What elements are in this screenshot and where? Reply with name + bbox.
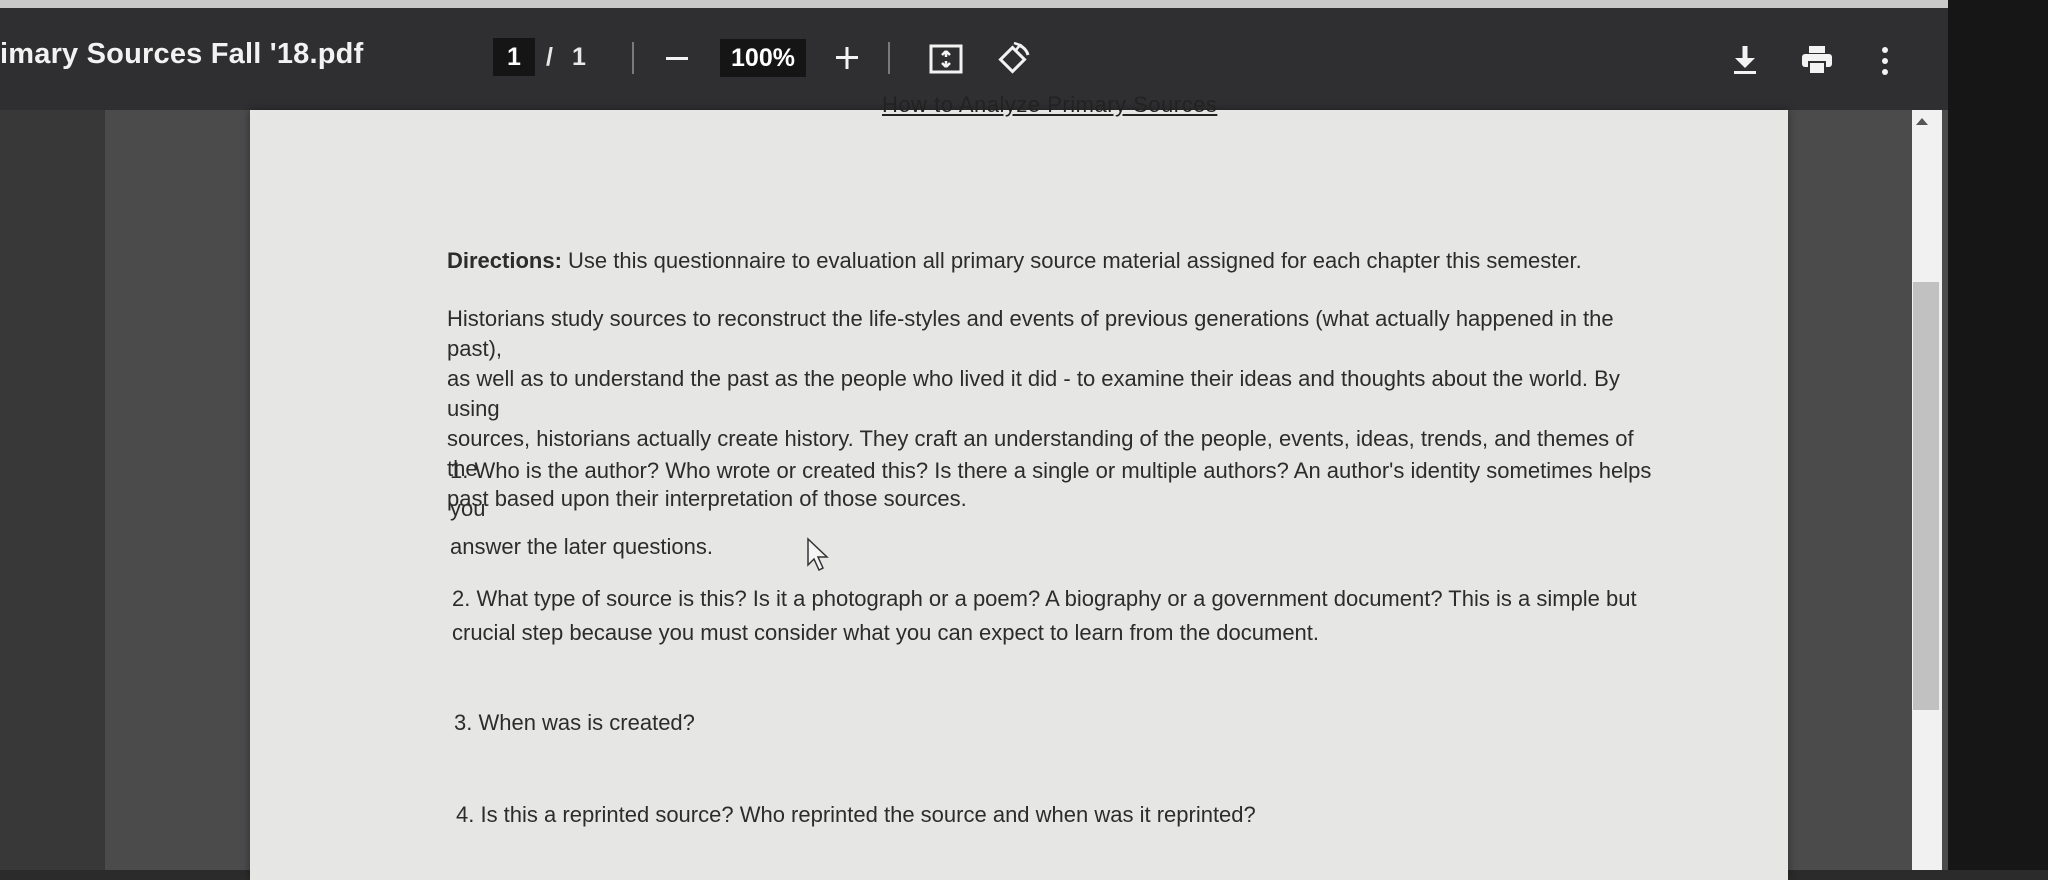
zoom-level-input[interactable]: 100%: [720, 39, 806, 77]
question-3: 3. When was is created?: [454, 710, 695, 735]
rotate-icon[interactable]: [994, 41, 1032, 84]
document-viewer[interactable]: How to Analyze Primary Sources Direction…: [0, 92, 1948, 880]
print-icon[interactable]: [1800, 44, 1834, 81]
total-pages: 1: [572, 43, 586, 71]
window-top-edge: [0, 0, 1948, 8]
pdf-page: How to Analyze Primary Sources Direction…: [250, 92, 1788, 880]
document-heading: How to Analyze Primary Sources: [882, 92, 1218, 117]
directions-label: Directions:: [447, 248, 562, 273]
scroll-up-arrow-icon[interactable]: [1916, 118, 1928, 125]
zoom-out-icon[interactable]: [662, 43, 692, 78]
intro-line: Historians study sources to reconstruct …: [447, 306, 1614, 361]
directions-paragraph: Directions: Use this questionnaire to ev…: [447, 246, 1647, 276]
more-options-icon[interactable]: [1878, 46, 1892, 81]
mouse-pointer-icon: [806, 537, 832, 578]
question-2: 2. What type of source is this? Is it a …: [452, 582, 1672, 650]
question-line: crucial step because you must consider w…: [452, 620, 1320, 645]
directions-text: Use this questionnaire to evaluation all…: [561, 248, 1582, 273]
question-4: 4. Is this a reprinted source? Who repri…: [456, 802, 1256, 827]
toolbar-divider: [888, 42, 890, 74]
current-page-input[interactable]: 1: [493, 38, 535, 76]
fit-page-icon[interactable]: [928, 41, 964, 82]
question-line: answer the later questions.: [450, 534, 713, 559]
question-1: 1. Who is the author? Who wrote or creat…: [450, 452, 1670, 566]
intro-line: as well as to understand the past as the…: [447, 366, 1620, 421]
download-icon[interactable]: [1730, 44, 1760, 81]
page-separator: /: [546, 43, 553, 71]
question-line: 2. What type of source is this? Is it a …: [452, 586, 1637, 611]
scrollbar-thumb[interactable]: [1913, 282, 1939, 710]
toolbar-divider: [632, 42, 634, 74]
viewer-left-margin: [0, 110, 105, 870]
document-title: imary Sources Fall '18.pdf: [0, 38, 364, 70]
screen-bezel: [1948, 0, 2048, 870]
zoom-in-icon[interactable]: [832, 43, 862, 78]
question-line: 1. Who is the author? Who wrote or creat…: [450, 458, 1652, 521]
